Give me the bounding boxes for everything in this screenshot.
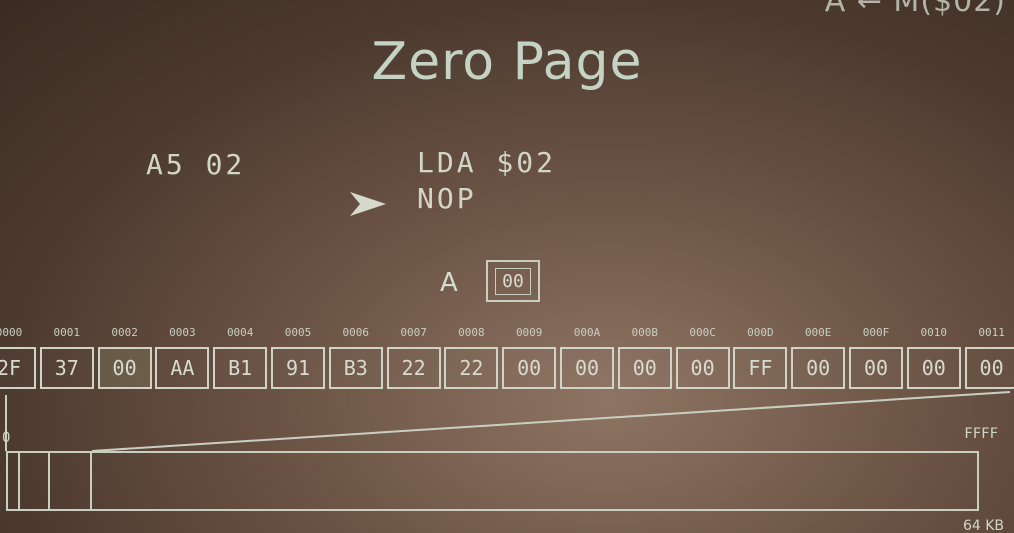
map-end-label: FFFF: [964, 426, 998, 442]
memory-map-bar: [6, 451, 979, 511]
map-size-label: 64 KB: [962, 518, 1004, 533]
map-divider: [18, 453, 20, 509]
map-divider: [90, 453, 92, 509]
map-start-label: 0: [2, 430, 11, 446]
map-divider: [48, 453, 50, 509]
